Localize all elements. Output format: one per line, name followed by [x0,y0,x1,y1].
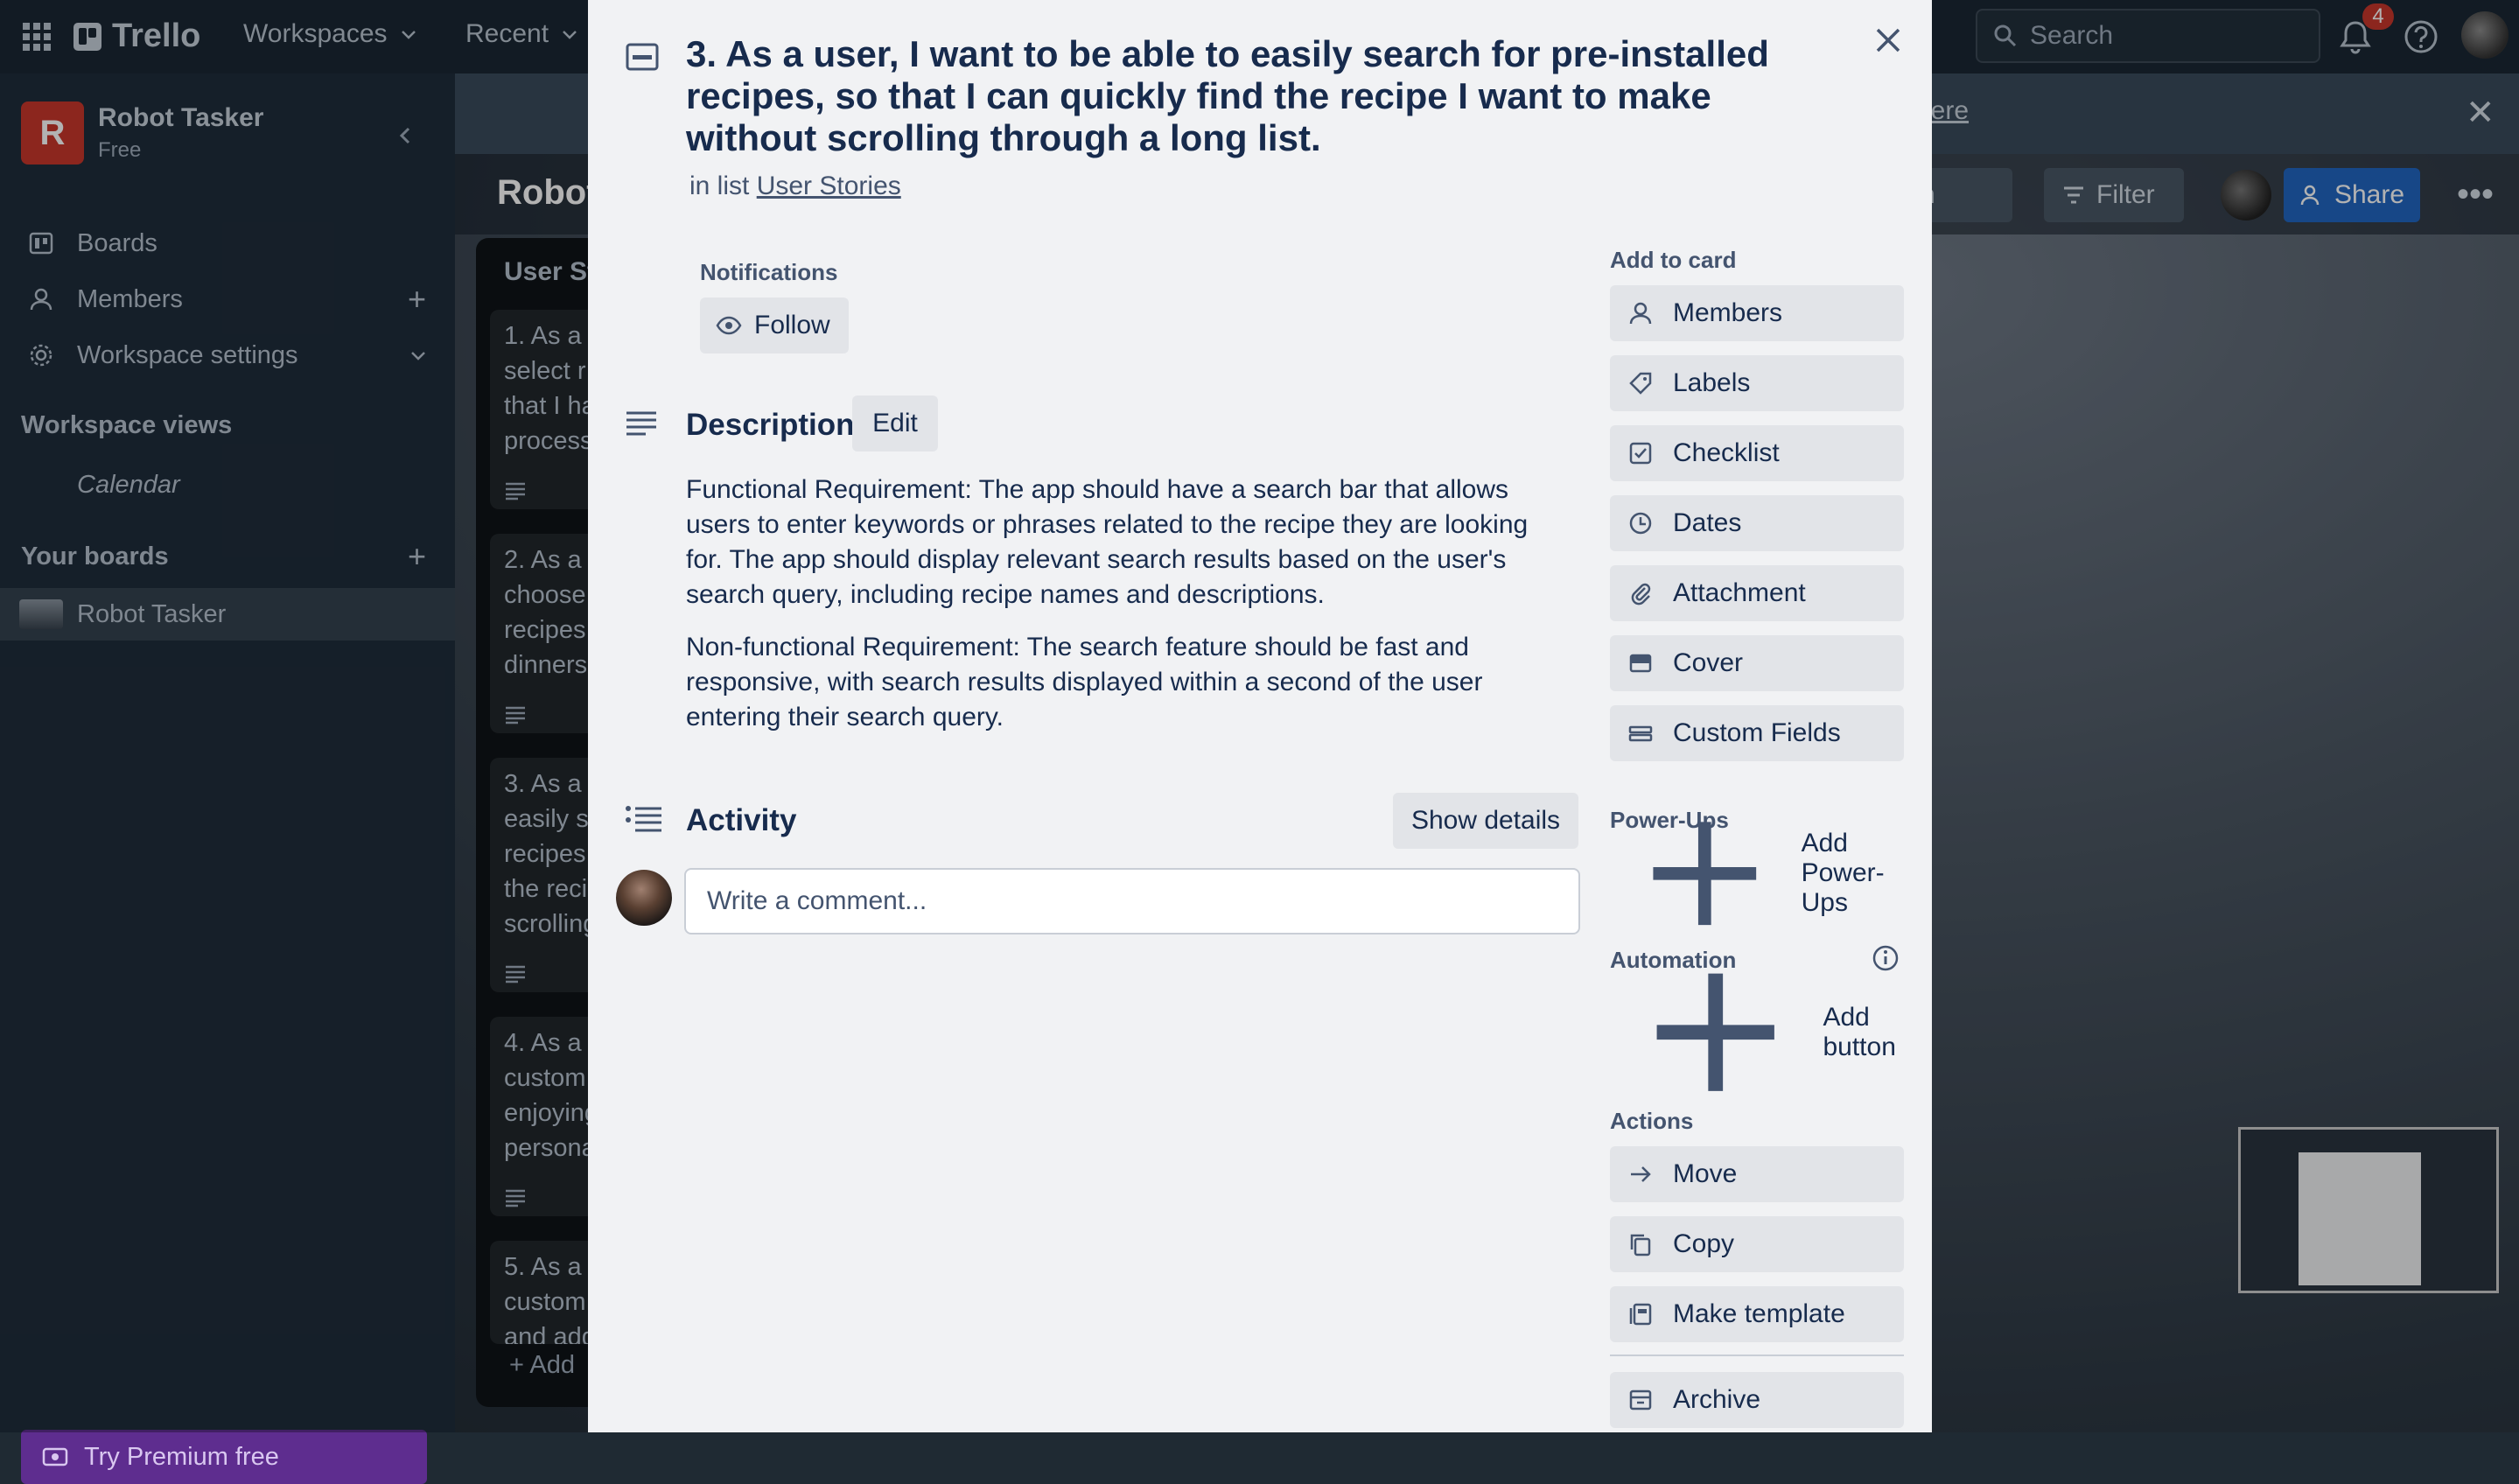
dates-label: Dates [1673,508,1742,537]
checklist-icon [1629,442,1652,465]
labels-button[interactable]: Labels [1610,355,1904,411]
add-powerups-button[interactable]: Add Power-Ups [1610,822,1904,925]
notifications-label: Notifications [700,259,838,285]
edit-label: Edit [872,409,918,438]
paperclip-icon [1631,583,1651,606]
comment-input[interactable] [684,868,1580,934]
activity-title: Activity [686,803,797,837]
actions-label: Actions [1610,1108,1694,1134]
try-premium-label: Try Premium free [84,1442,279,1471]
plus-icon [1653,822,1757,925]
card-title[interactable]: 3. As a user, I want to be able to easil… [686,33,1815,159]
show-details-button[interactable]: Show details [1393,793,1578,849]
card-detail-modal: 3. As a user, I want to be able to easil… [588,0,1932,1432]
add-automation-button[interactable]: Add button [1610,973,1904,1092]
cover-icon [1629,654,1652,673]
tag-icon [1629,372,1652,395]
archive-icon [1629,1390,1652,1410]
description-paragraph: Non-functional Requirement: The search f… [686,633,1483,732]
members-label: Members [1673,298,1783,327]
labels-label: Labels [1673,368,1751,397]
plus-icon [1656,973,1774,1092]
copy-button[interactable]: Copy [1610,1216,1904,1272]
custom-fields-label: Custom Fields [1673,718,1841,747]
move-label: Move [1673,1159,1738,1188]
actions-divider [1610,1354,1904,1356]
attachment-label: Attachment [1673,578,1806,607]
premium-card-icon [42,1447,68,1466]
follow-button[interactable]: Follow [700,298,849,354]
in-list-prefix: in list [689,172,750,200]
edit-description-button[interactable]: Edit [852,396,938,452]
add-powerups-label: Add Power-Ups [1801,829,1885,917]
move-button[interactable]: Move [1610,1146,1904,1202]
copy-label: Copy [1673,1229,1735,1258]
copy-icon [1630,1234,1651,1256]
info-icon[interactable] [1871,943,1900,973]
members-button[interactable]: Members [1610,285,1904,341]
card-icon [626,43,659,71]
follow-label: Follow [754,311,830,340]
cover-button[interactable]: Cover [1610,635,1904,691]
card-list-info: in list User Stories [689,172,901,201]
try-premium-button[interactable]: Try Premium free [21,1430,427,1484]
description-body[interactable]: Functional Requirement: The app should h… [686,472,1570,752]
eye-icon [716,316,742,335]
archive-label: Archive [1673,1385,1761,1414]
custom-fields-button[interactable]: Custom Fields [1610,705,1904,761]
description-title: Description [686,408,855,442]
template-icon [1629,1303,1652,1326]
clock-icon [1629,512,1652,535]
cover-label: Cover [1673,648,1744,677]
person-icon [1629,302,1652,325]
activity-icon [626,806,661,832]
dates-button[interactable]: Dates [1610,495,1904,551]
show-details-label: Show details [1410,806,1561,835]
list-name-link[interactable]: User Stories [757,172,901,200]
custom-fields-icon [1628,725,1653,742]
add-button-label: Add button [1823,1003,1896,1061]
add-to-card-label: Add to card [1610,247,1737,273]
checklist-button[interactable]: Checklist [1610,425,1904,481]
make-template-label: Make template [1673,1299,1845,1328]
archive-button[interactable]: Archive [1610,1372,1904,1428]
make-template-button[interactable]: Make template [1610,1286,1904,1342]
close-icon[interactable] [1869,21,1907,60]
checklist-label: Checklist [1673,438,1780,467]
arrow-right-icon [1631,1166,1651,1182]
description-icon [626,411,656,436]
comment-author-avatar [616,870,672,926]
attachment-button[interactable]: Attachment [1610,565,1904,621]
description-paragraph: Functional Requirement: The app should h… [686,475,1529,609]
